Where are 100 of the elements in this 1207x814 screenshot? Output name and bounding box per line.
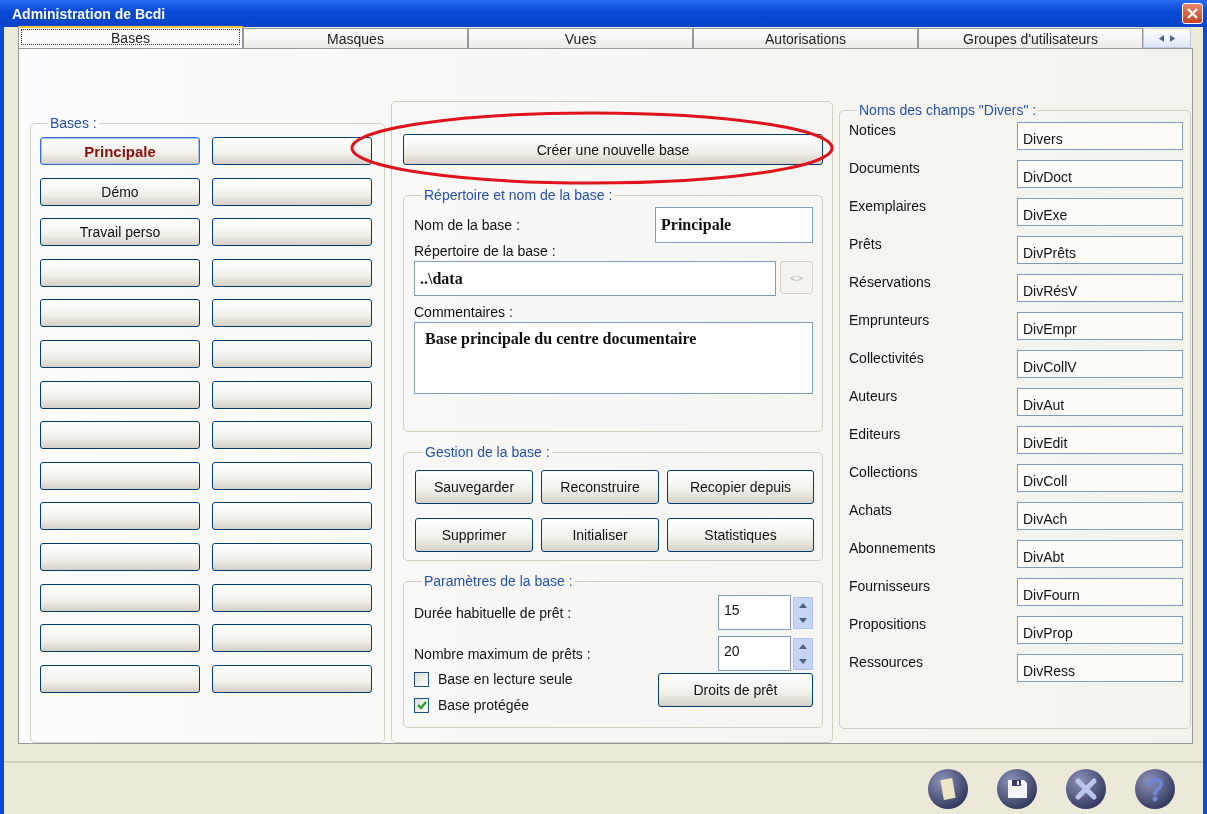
create-base-button[interactable]: Créer une nouvelle base	[403, 134, 823, 165]
field-label: Commentaires :	[414, 304, 514, 320]
base-button[interactable]	[40, 542, 200, 571]
field-name-input[interactable]: DivDoct	[1017, 160, 1183, 188]
tab[interactable]: Masques	[243, 28, 468, 48]
directory-field[interactable]: ..\data	[414, 261, 776, 296]
base-button[interactable]	[212, 299, 372, 328]
base-button[interactable]: Démo	[40, 177, 200, 206]
base-button[interactable]	[212, 624, 372, 653]
down-arrow-icon	[799, 658, 807, 664]
window-title: Administration de Bcdi	[12, 5, 166, 22]
base-button[interactable]: Travail perso	[40, 218, 200, 247]
comments-field[interactable]: Base principale du centre documentaire	[414, 322, 813, 394]
field-label: Emprunteurs	[849, 312, 931, 328]
base-button[interactable]	[212, 177, 372, 206]
field-name-input[interactable]: DivColl	[1017, 464, 1183, 492]
field-name-input[interactable]: DivEmpr	[1017, 312, 1183, 340]
base-button[interactable]	[40, 664, 200, 693]
toolbar-button[interactable]	[1135, 768, 1175, 809]
field-name-input[interactable]: DivProp	[1017, 616, 1183, 644]
field-name-input[interactable]: DivAbt	[1017, 540, 1183, 568]
number-field[interactable]: 15	[718, 595, 791, 630]
close-icon	[1186, 7, 1199, 20]
action-button[interactable]: Reconstruire	[541, 470, 659, 504]
spinner-buttons[interactable]	[793, 596, 813, 629]
base-name-field[interactable]: Principale	[655, 207, 813, 243]
field-label: Collectivités	[849, 350, 925, 366]
group-title: Gestion de la base :	[424, 444, 551, 460]
field-label: Nombre maximum de prêts :	[414, 645, 591, 662]
base-button[interactable]	[212, 339, 372, 368]
field-name-input[interactable]: DivFourn	[1017, 578, 1183, 606]
base-button[interactable]	[40, 421, 200, 450]
base-button[interactable]	[212, 380, 372, 409]
checkbox-label: Base protégée	[438, 697, 530, 713]
field-label: Auteurs	[849, 388, 899, 404]
number-field[interactable]: 20	[718, 636, 791, 671]
base-button[interactable]	[40, 461, 200, 490]
field-name-input[interactable]: DivCollV	[1017, 350, 1183, 378]
base-button[interactable]	[40, 339, 200, 368]
field-name-input[interactable]: DivEdit	[1017, 426, 1183, 454]
action-button[interactable]: Supprimer	[415, 518, 533, 552]
tab[interactable]: Bases	[18, 26, 243, 48]
base-button[interactable]	[212, 137, 372, 165]
base-button[interactable]	[40, 258, 200, 287]
field-label: Editeurs	[849, 426, 902, 442]
help-icon	[1145, 775, 1165, 802]
action-button[interactable]: Recopier depuis	[667, 470, 814, 504]
checkbox[interactable]	[414, 671, 429, 687]
base-button[interactable]	[212, 542, 372, 571]
close-icon	[1074, 776, 1098, 801]
field-label: Notices	[849, 122, 897, 138]
field-name-input[interactable]: DivRess	[1017, 654, 1183, 682]
toolbar-button[interactable]	[928, 768, 968, 809]
field-label: Ressources	[849, 654, 924, 670]
base-button[interactable]: Principale	[40, 137, 200, 165]
tab[interactable]: Groupes d'utilisateurs	[918, 28, 1143, 48]
scroll-left-icon[interactable]	[1159, 34, 1164, 42]
base-button[interactable]	[40, 624, 200, 653]
field-name-input[interactable]: DivPrêts	[1017, 236, 1183, 264]
base-button[interactable]	[212, 664, 372, 693]
field-label: Propositions	[849, 616, 928, 632]
base-button[interactable]	[40, 502, 200, 531]
base-button[interactable]	[40, 299, 200, 328]
group-title: Bases :	[49, 115, 98, 131]
base-button[interactable]	[212, 258, 372, 287]
up-arrow-icon	[799, 602, 807, 608]
group-title: Paramètres de la base :	[423, 573, 574, 589]
field-name-input[interactable]: DivAut	[1017, 388, 1183, 416]
field-label: Nom de la base :	[414, 217, 520, 233]
base-button[interactable]	[212, 421, 372, 450]
scroll-right-icon[interactable]	[1170, 34, 1175, 42]
field-name-input[interactable]: DivAch	[1017, 502, 1183, 530]
base-button[interactable]	[212, 502, 372, 531]
field-name-input[interactable]: DivExe	[1017, 198, 1183, 226]
action-button[interactable]: Initialiser	[541, 518, 659, 552]
toolbar-button[interactable]	[1066, 768, 1106, 809]
tab[interactable]: Vues	[468, 28, 693, 48]
base-button[interactable]	[40, 380, 200, 409]
base-button[interactable]	[212, 461, 372, 490]
base-button[interactable]	[212, 583, 372, 612]
group-title: Répertoire et nom de la base :	[423, 187, 614, 203]
checkbox[interactable]	[414, 697, 429, 713]
close-button[interactable]	[1182, 3, 1203, 24]
action-button[interactable]: Statistiques	[667, 518, 814, 552]
tab[interactable]: Autorisations	[693, 28, 918, 48]
field-label: Collections	[849, 464, 919, 480]
base-button[interactable]	[40, 583, 200, 612]
toolbar-button[interactable]	[997, 768, 1037, 809]
loan-rights-button[interactable]: Droits de prêt	[658, 673, 813, 707]
field-label: Documents	[849, 160, 921, 176]
field-name-input[interactable]: Divers	[1017, 122, 1183, 150]
field-label: Prêts	[849, 236, 883, 252]
action-button[interactable]: Sauvegarder	[415, 470, 533, 504]
field-name-input[interactable]: DivRésV	[1017, 274, 1183, 302]
up-arrow-icon	[799, 643, 807, 649]
tab-scroll-buttons[interactable]	[1143, 28, 1191, 48]
field-label: Durée habituelle de prêt :	[414, 604, 572, 621]
base-button[interactable]	[212, 218, 372, 247]
field-label: Abonnements	[849, 540, 937, 556]
spinner-buttons[interactable]	[793, 637, 813, 670]
